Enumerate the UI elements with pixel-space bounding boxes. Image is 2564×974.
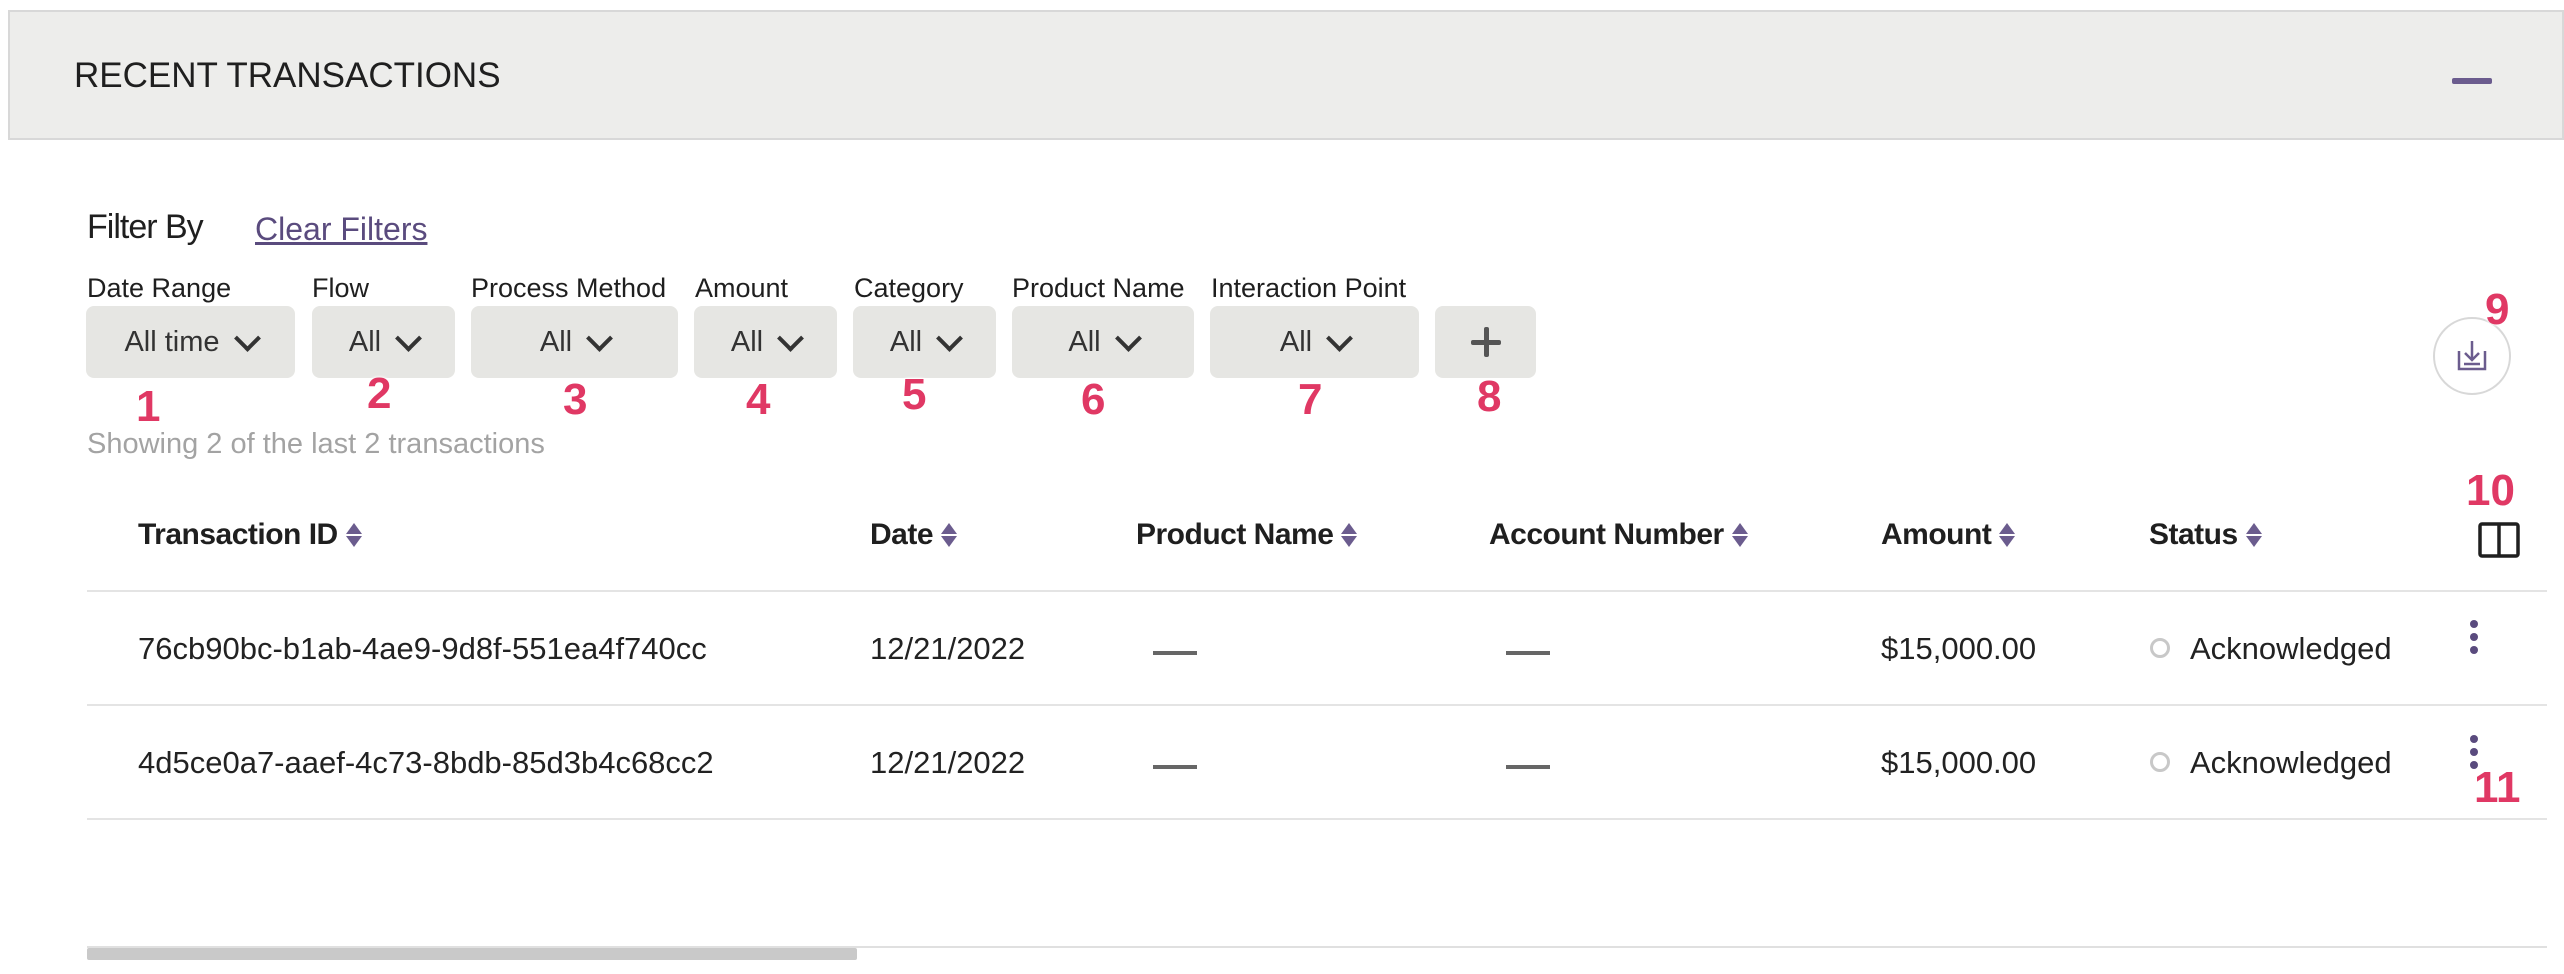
sort-icon [1999, 521, 2016, 549]
interaction-point-dropdown[interactable]: All [1210, 306, 1419, 378]
chevron-down-icon [777, 324, 805, 352]
filter-label-category: Category [854, 273, 964, 303]
amount-cell: $15,000.00 [1881, 745, 2037, 780]
filter-label-flow: Flow [312, 273, 370, 303]
column-header-date[interactable]: Date [870, 518, 958, 552]
empty-product-name [1153, 651, 1197, 655]
column-header-amount[interactable]: Amount [1881, 518, 2016, 552]
annotation-marker-10: 10 [2466, 466, 2515, 515]
table-divider [87, 590, 2547, 592]
column-header-account-number[interactable]: Account Number [1489, 518, 1748, 552]
status-cell: Acknowledged [2190, 631, 2392, 666]
empty-product-name [1153, 765, 1197, 769]
date-range-value: All time [124, 325, 220, 358]
columns-icon [2478, 522, 2520, 558]
column-header-transaction-id[interactable]: Transaction ID [138, 518, 362, 552]
table-divider [87, 818, 2547, 820]
column-header-product-name[interactable]: Product Name [1136, 518, 1358, 552]
process-method-dropdown[interactable]: All [471, 306, 678, 378]
process-method-value: All [539, 325, 573, 358]
flow-dropdown[interactable]: All [312, 306, 455, 378]
empty-account-number [1506, 765, 1550, 769]
date-cell: 12/21/2022 [870, 745, 1026, 780]
status-circle-icon [2150, 638, 2170, 658]
column-label: Status [2149, 518, 2238, 551]
annotation-marker-1: 1 [136, 382, 161, 431]
transactions-count: Showing 2 of the last 2 transactions [87, 428, 545, 460]
sort-icon [941, 521, 958, 549]
plus-icon [1470, 327, 1501, 357]
annotation-marker-3: 3 [563, 375, 588, 424]
category-dropdown[interactable]: All [853, 306, 996, 378]
status-cell: Acknowledged [2190, 745, 2392, 780]
product-name-dropdown[interactable]: All [1012, 306, 1194, 378]
annotation-marker-9: 9 [2485, 285, 2510, 334]
category-value: All [889, 325, 923, 358]
add-filter-button[interactable] [1435, 306, 1536, 378]
chevron-down-icon [395, 324, 423, 352]
filter-label-date-range: Date Range [87, 273, 232, 303]
empty-account-number [1506, 651, 1550, 655]
annotation-marker-8: 8 [1477, 372, 1502, 421]
filter-label-product-name: Product Name [1012, 273, 1185, 303]
chevron-down-icon [233, 324, 261, 352]
panel-title: RECENT TRANSACTIONS [74, 56, 501, 95]
transaction-id-cell: 4d5ce0a7-aaef-4c73-8bdb-85d3b4c68cc2 [138, 745, 714, 780]
clear-filters-link[interactable]: Clear Filters [255, 211, 427, 248]
amount-dropdown[interactable]: All [694, 306, 837, 378]
date-cell: 12/21/2022 [870, 631, 1026, 666]
panel-header: RECENT TRANSACTIONS [8, 10, 2564, 140]
scrollbar-thumb[interactable] [87, 948, 857, 960]
chevron-down-icon [586, 324, 614, 352]
column-header-status[interactable]: Status [2149, 518, 2262, 552]
flow-value: All [348, 325, 382, 358]
column-label: Transaction ID [138, 518, 338, 551]
status-circle-icon [2150, 752, 2170, 772]
recent-transactions-panel: RECENT TRANSACTIONS [8, 10, 2564, 974]
chevron-down-icon [1326, 324, 1354, 352]
filter-label-interaction-point: Interaction Point [1211, 273, 1407, 303]
table-divider [87, 704, 2547, 706]
column-label: Date [870, 518, 934, 551]
annotation-marker-6: 6 [1081, 375, 1106, 424]
chevron-down-icon [936, 324, 964, 352]
annotation-marker-11: 11 [2474, 763, 2521, 812]
annotation-marker-2: 2 [367, 369, 392, 418]
sort-icon [1341, 521, 1358, 549]
column-label: Amount [1881, 518, 1992, 551]
sort-icon [345, 521, 362, 549]
download-icon [2457, 341, 2487, 371]
amount-value: All [730, 325, 764, 358]
transaction-id-cell: 76cb90bc-b1ab-4ae9-9d8f-551ea4f740cc [138, 631, 707, 666]
sort-icon [2245, 521, 2262, 549]
annotation-marker-4: 4 [746, 375, 771, 424]
filter-label-amount: Amount [695, 273, 789, 303]
column-label: Account Number [1489, 518, 1724, 551]
row-menu-button[interactable] [2467, 620, 2481, 664]
sort-icon [1731, 521, 1748, 549]
columns-button[interactable] [2478, 522, 2520, 558]
interaction-point-value: All [1279, 325, 1313, 358]
filter-by-label: Filter By [87, 208, 204, 246]
annotation-marker-7: 7 [1298, 375, 1323, 424]
filter-label-process-method: Process Method [471, 273, 667, 303]
amount-cell: $15,000.00 [1881, 631, 2037, 666]
minus-icon[interactable] [2452, 72, 2492, 92]
product-name-value: All [1068, 325, 1101, 358]
chevron-down-icon [1114, 324, 1142, 352]
date-range-dropdown[interactable]: All time [86, 306, 295, 378]
annotation-marker-5: 5 [902, 370, 927, 419]
column-label: Product Name [1136, 518, 1334, 551]
